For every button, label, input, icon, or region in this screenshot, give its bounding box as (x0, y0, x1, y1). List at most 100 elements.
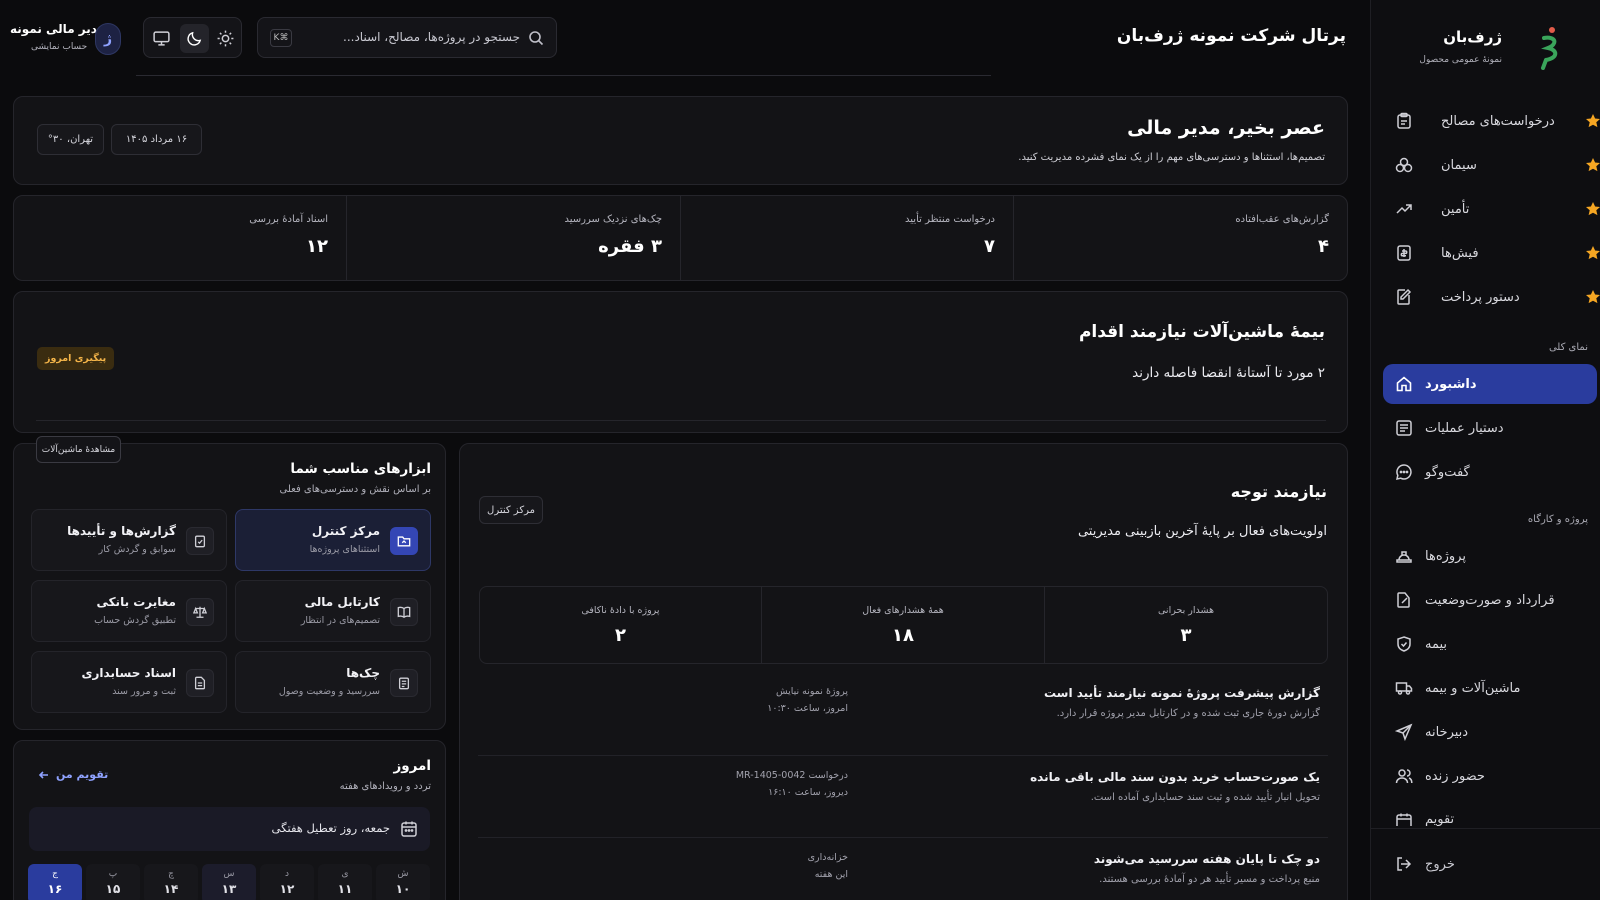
my-calendar-label: تقویم من (56, 768, 109, 781)
tool-subtitle: تصمیم‌های در انتظار (300, 615, 380, 626)
sidebar-item-material-requests[interactable]: درخواست‌های مصالح (1383, 101, 1600, 141)
sidebar-item-projects[interactable]: پروژه‌ها (1383, 536, 1597, 576)
sidebar-item-chat[interactable]: گفت‌وگو (1383, 452, 1597, 492)
stat-label: درخواست منتظر تأیید (905, 214, 995, 225)
sidebar-item-dashboard[interactable]: داشبورد (1383, 364, 1597, 404)
day-name: چ (168, 869, 174, 879)
sidebar-item-cement[interactable]: سیمان (1383, 145, 1600, 185)
day-name: ج (52, 869, 58, 879)
day-cell[interactable]: چ ۱۴ (144, 864, 198, 900)
section-label-projects: پروژه و کارگاه (1527, 514, 1588, 525)
attention-item-desc: گزارش دورهٔ جاری ثبت شده و در کارتابل مد… (1056, 708, 1320, 719)
tool-title: گزارش‌ها و تأییدها (67, 524, 176, 538)
tool-accounting-documents[interactable]: اسناد حسابداری ثبت و مرور سند (31, 651, 227, 713)
my-calendar-link[interactable]: تقویم من (38, 768, 108, 781)
sidebar-item-secretariat[interactable]: دبیرخانه (1383, 712, 1597, 752)
tool-title: مرکز کنترل (311, 524, 380, 538)
day-cell[interactable]: ی ۱۱ (318, 864, 372, 900)
stat-value: ۴ (1318, 236, 1329, 257)
stat-value: ۳ (1180, 625, 1192, 646)
tool-finance-inbox[interactable]: کارتابل مالی تصمیم‌های در انتظار (235, 580, 431, 642)
sidebar-item-calendar[interactable]: تقویم (1383, 800, 1597, 826)
shield-icon (1395, 635, 1413, 653)
sidebar-item-payment-order[interactable]: دستور پرداخت (1383, 277, 1600, 317)
stat-label: پروژه با دادهٔ ناکافی (581, 605, 660, 616)
tool-bank-reconciliation[interactable]: مغایرت بانکی تطبیق گردش حساب (31, 580, 227, 642)
cheque-icon (390, 669, 418, 697)
day-number: ۱۱ (337, 882, 353, 896)
scale-icon (186, 598, 214, 626)
star-icon[interactable] (1585, 157, 1600, 173)
star-icon[interactable] (1585, 245, 1600, 261)
logout-button[interactable]: خروج (1383, 844, 1597, 884)
sidebar-item-supply[interactable]: تأمین (1383, 189, 1600, 229)
attention-title: نیازمند توجه (1230, 482, 1327, 501)
sidebar-item-machinery[interactable]: ماشین‌آلات و بیمه (1383, 668, 1597, 708)
date-chip: ۱۶ مرداد ۱۴۰۵ (111, 124, 202, 155)
tool-subtitle: استثناهای پروژه‌ها (309, 544, 380, 555)
sidebar-divider (1370, 828, 1600, 829)
attention-item-source: خزانه‌داری (807, 852, 848, 863)
attention-item[interactable]: گزارش پیشرفت پروژهٔ نمونه نیازمند تأیید … (478, 672, 1328, 754)
brand-name: ژرف‌بان (1443, 28, 1502, 46)
tool-control-center[interactable]: مرکز کنترل استثناهای پروژه‌ها (235, 509, 431, 571)
avatar[interactable]: ژ (95, 23, 121, 55)
sidebar-item-receipts[interactable]: فیش‌ها (1383, 233, 1600, 273)
sidebar-item-label: سیمان (1441, 157, 1477, 173)
stat-overdue-reports[interactable]: گزارش‌های عقب‌افتاده ۴ (1013, 196, 1347, 280)
stat-documents-ready[interactable]: اسناد آمادهٔ بررسی ۱۲ (14, 196, 346, 280)
sidebar-item-insurance[interactable]: بیمه (1383, 624, 1597, 664)
follow-up-badge: پیگیری امروز (37, 347, 115, 370)
day-cell[interactable]: س ۱۳ (202, 864, 256, 900)
sidebar-item-label: دبیرخانه (1425, 724, 1469, 740)
day-number: ۱۶ (47, 882, 63, 896)
day-name: س (223, 869, 235, 879)
star-icon[interactable] (1585, 201, 1600, 217)
star-icon[interactable] (1585, 113, 1600, 129)
day-cell[interactable]: د ۱۲ (260, 864, 314, 900)
day-cell-today[interactable]: ج ۱۶ (28, 864, 82, 900)
tool-cheques[interactable]: چک‌ها سررسید و وضعیت وصول (235, 651, 431, 713)
stat-critical-alerts[interactable]: هشدار بحرانی ۳ (1044, 587, 1327, 663)
hardhat-icon (1395, 547, 1413, 565)
today-card: امروز تردد و رویدادهای هفته تقویم من جمع… (13, 740, 446, 900)
day-cell[interactable]: ش ۱۰ (376, 864, 430, 900)
attention-item-time: این هفته (814, 869, 848, 880)
search-placeholder: جستجو در پروژه‌ها، مصالح، اسناد... (343, 30, 520, 44)
logout-icon (1395, 855, 1413, 873)
sidebar-item-live-attendance[interactable]: حضور زنده (1383, 756, 1597, 796)
tool-reports-approvals[interactable]: گزارش‌ها و تأییدها سوابق و گردش کار (31, 509, 227, 571)
stat-value: ۲ (615, 625, 626, 646)
stats-card: گزارش‌های عقب‌افتاده ۴ درخواست منتظر تأی… (13, 195, 1348, 281)
sidebar-item-label: درخواست‌های مصالح (1441, 113, 1555, 129)
sun-icon[interactable] (216, 29, 235, 48)
dark-theme-button[interactable] (180, 24, 209, 53)
day-number: ۱۲ (279, 882, 295, 896)
day-cell[interactable]: پ ۱۵ (86, 864, 140, 900)
attention-item-time: امروز، ساعت ۱۰:۳۰ (767, 703, 848, 714)
stat-pending-requests[interactable]: درخواست منتظر تأیید ۷ (680, 196, 1013, 280)
day-name: ش (397, 869, 409, 879)
stat-label: اسناد آمادهٔ بررسی (249, 214, 328, 225)
alert-body: ۲ مورد تا آستانهٔ انقضا فاصله دارند (1132, 365, 1325, 381)
day-number: ۱۳ (221, 882, 237, 896)
control-center-button[interactable]: مرکز کنترل (479, 496, 543, 524)
attention-item[interactable]: یک صورت‌حساب خرید بدون سند مالی باقی مان… (478, 755, 1328, 837)
search-input[interactable]: جستجو در پروژه‌ها، مصالح، اسناد... K⌘ (257, 17, 557, 58)
event-banner[interactable]: جمعه، روز تعطیل هفتگی (29, 807, 430, 851)
stat-insufficient-data[interactable]: پروژه با دادهٔ ناکافی ۲ (480, 587, 761, 663)
stat-due-cheques[interactable]: چک‌های نزدیک سررسید ۳ فقره (346, 196, 680, 280)
tool-title: اسناد حسابداری (81, 666, 176, 680)
view-machinery-button[interactable]: مشاهدهٔ ماشین‌آلات (36, 436, 121, 463)
desktop-theme-icon[interactable] (152, 29, 171, 48)
attention-item[interactable]: دو چک تا پایان هفته سررسید می‌شوند منبع … (478, 837, 1328, 900)
attention-item-desc: منبع پرداخت و مسیر تأیید هر دو آمادهٔ بر… (1099, 874, 1320, 885)
star-icon[interactable] (1585, 289, 1600, 305)
send-icon (1395, 723, 1413, 741)
greeting-subtitle: تصمیم‌ها، استثناها و دسترسی‌های مهم را ا… (1018, 152, 1325, 163)
stat-active-alerts[interactable]: همهٔ هشدارهای فعال ۱۸ (761, 587, 1044, 663)
sidebar-item-operations-assistant[interactable]: دستیار عملیات (1383, 408, 1597, 448)
brand-logo-icon[interactable] (1530, 24, 1570, 70)
document-edit-icon (1395, 288, 1413, 306)
sidebar-item-contracts[interactable]: قرارداد و صورت‌وضعیت (1383, 580, 1597, 620)
